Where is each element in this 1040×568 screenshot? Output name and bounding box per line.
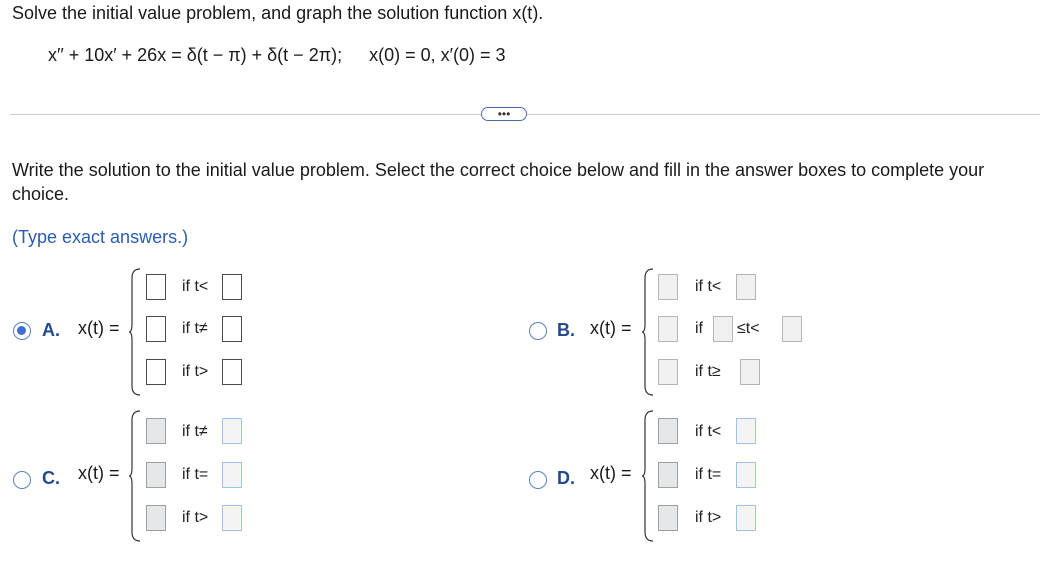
problem-equation: x′′ + 10x′ + 26x = δ(t − π) + δ(t − 2π);… bbox=[48, 45, 506, 66]
choice-c-row3-expression-box[interactable] bbox=[146, 505, 166, 531]
choice-c-radio[interactable] bbox=[13, 471, 31, 489]
choice-d-row3-condition: if t> bbox=[695, 509, 722, 526]
choice-a-row1-condition: if t< bbox=[182, 278, 209, 295]
choice-d-row1-value-box[interactable] bbox=[736, 418, 756, 444]
choice-c-row2-value-box[interactable] bbox=[222, 462, 242, 488]
choice-d-row2-expression-box[interactable] bbox=[658, 462, 678, 488]
choice-d-row1-condition: if t< bbox=[695, 423, 722, 440]
choice-b-row1-condition: if t< bbox=[695, 278, 722, 295]
answer-hint: (Type exact answers.) bbox=[12, 227, 189, 247]
choice-c-row2-expression-box[interactable] bbox=[146, 462, 166, 488]
choice-d-row3-value-box[interactable] bbox=[736, 505, 756, 531]
choice-a-row1-value-box[interactable] bbox=[222, 274, 242, 300]
choice-c-row2-condition: if t= bbox=[182, 466, 209, 483]
question-text: Write the solution to the initial value … bbox=[12, 160, 985, 204]
choice-c-brace bbox=[128, 410, 141, 542]
choice-a-lhs: x(t) = bbox=[78, 318, 120, 338]
choice-d-row1-expression-box[interactable] bbox=[658, 418, 678, 444]
expand-more-button[interactable]: ••• bbox=[481, 107, 527, 121]
choice-a-brace bbox=[128, 268, 141, 396]
choice-b-brace bbox=[641, 268, 654, 396]
choice-b-row2-condition-2: ≤t< bbox=[737, 320, 760, 337]
choice-d-row2-value-box[interactable] bbox=[736, 462, 756, 488]
choice-b-letter: B. bbox=[557, 320, 575, 340]
choice-d-row2-condition: if t= bbox=[695, 466, 722, 483]
problem-instruction: Solve the initial value problem, and gra… bbox=[12, 3, 544, 23]
choice-d-radio[interactable] bbox=[529, 471, 547, 489]
choice-b-row3-value-box[interactable] bbox=[740, 359, 760, 385]
choice-c-lhs: x(t) = bbox=[78, 463, 120, 483]
choice-a-row2-condition: if t≠ bbox=[182, 320, 208, 337]
choice-d-letter: D. bbox=[557, 468, 575, 488]
choice-b-row1-value-box[interactable] bbox=[736, 274, 756, 300]
choice-a-row2-expression-box[interactable] bbox=[146, 316, 166, 342]
choice-c-row1-expression-box[interactable] bbox=[146, 418, 166, 444]
choice-b-row3-condition: if t≥ bbox=[695, 363, 721, 380]
choice-a-row3-value-box[interactable] bbox=[222, 359, 242, 385]
choice-c-row1-value-box[interactable] bbox=[222, 418, 242, 444]
choice-b-row2-lower-box[interactable] bbox=[713, 316, 733, 342]
choice-b-row3-expression-box[interactable] bbox=[658, 359, 678, 385]
choice-a-row2-value-box[interactable] bbox=[222, 316, 242, 342]
choice-b-lhs: x(t) = bbox=[590, 318, 632, 338]
choice-b-row1-expression-box[interactable] bbox=[658, 274, 678, 300]
choice-b-radio[interactable] bbox=[529, 322, 547, 340]
choice-a-row1-expression-box[interactable] bbox=[146, 274, 166, 300]
choice-b-row2-upper-box[interactable] bbox=[782, 316, 802, 342]
differential-equation: x′′ + 10x′ + 26x = δ(t − π) + δ(t − 2π); bbox=[48, 45, 343, 65]
choice-b-row2-condition: if bbox=[695, 320, 703, 337]
choice-c-letter: C. bbox=[42, 468, 60, 488]
choice-d-lhs: x(t) = bbox=[590, 463, 632, 483]
initial-conditions: x(0) = 0, x′(0) = 3 bbox=[369, 45, 506, 65]
choice-a-radio[interactable] bbox=[13, 322, 31, 340]
choice-b-row2-expression-box[interactable] bbox=[658, 316, 678, 342]
choice-d-brace bbox=[641, 410, 654, 542]
choice-c-row1-condition: if t≠ bbox=[182, 423, 208, 440]
choice-a-letter: A. bbox=[42, 320, 60, 340]
choice-a-row3-expression-box[interactable] bbox=[146, 359, 166, 385]
choice-c-row3-condition: if t> bbox=[182, 509, 209, 526]
choice-d-row3-expression-box[interactable] bbox=[658, 505, 678, 531]
choice-a-row3-condition: if t> bbox=[182, 363, 209, 380]
choice-c-row3-value-box[interactable] bbox=[222, 505, 242, 531]
